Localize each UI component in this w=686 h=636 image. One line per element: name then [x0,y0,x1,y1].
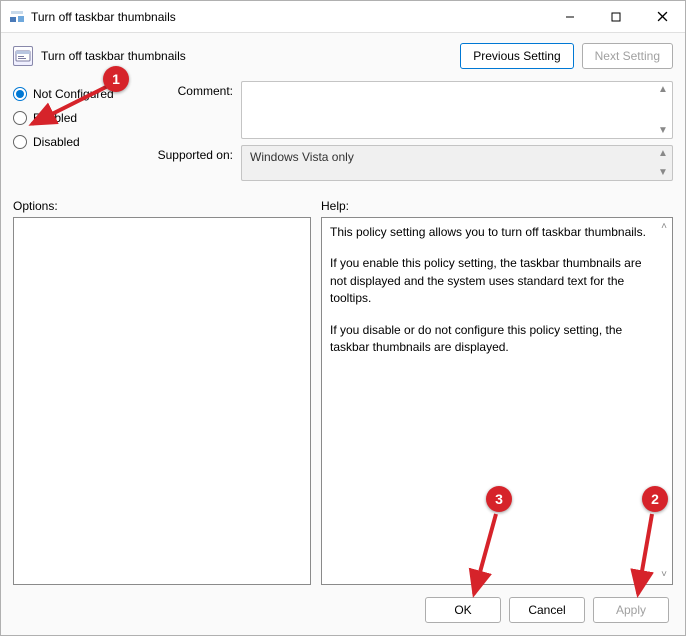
maximize-button[interactable] [593,1,639,33]
options-pane [13,217,311,585]
radio-icon [13,111,27,125]
help-label: Help: [321,199,673,213]
comment-input[interactable]: ▲ ▼ [241,81,673,139]
help-text: This policy setting allows you to turn o… [330,224,654,241]
help-pane: This policy setting allows you to turn o… [321,217,673,585]
section-labels: Options: Help: [1,185,685,217]
policy-icon [13,46,33,66]
scroll-up-icon[interactable]: ▲ [656,148,670,159]
help-text: If you enable this policy setting, the t… [330,255,654,307]
dialog-buttons: OK Cancel Apply [1,593,685,635]
nav-buttons: Previous Setting Next Setting [460,43,673,69]
titlebar: Turn off taskbar thumbnails [1,1,685,33]
radio-label: Not Configured [33,87,114,101]
fields-column: Comment: ▲ ▼ Supported on: Windows Vista… [149,81,673,181]
header-row: Turn off taskbar thumbnails Previous Set… [1,33,685,73]
comment-label: Comment: [149,81,233,98]
window-controls [547,1,685,33]
supported-row: Supported on: Windows Vista only ▲ ▼ [149,145,673,181]
window-title: Turn off taskbar thumbnails [31,10,176,24]
radio-icon [13,135,27,149]
radio-icon [13,87,27,101]
comment-row: Comment: ▲ ▼ [149,81,673,139]
annotation-badge-2: 2 [642,486,668,512]
radio-disabled[interactable]: Disabled [13,135,143,149]
help-text: If you disable or do not configure this … [330,322,654,357]
supported-label: Supported on: [149,145,233,162]
scroll-down-icon[interactable]: ▼ [656,167,670,178]
options-label: Options: [13,199,311,213]
scroll-down-icon[interactable]: ˅ [661,568,667,583]
ok-button[interactable]: OK [425,597,501,623]
header-title: Turn off taskbar thumbnails [41,49,186,63]
supported-display: Windows Vista only ▲ ▼ [241,145,673,181]
radio-enabled[interactable]: Enabled [13,111,143,125]
minimize-button[interactable] [547,1,593,33]
state-radio-group: Not Configured Enabled Disabled [13,81,143,181]
scroll-down-icon[interactable]: ▼ [656,125,670,136]
config-area: Not Configured Enabled Disabled Comment:… [1,73,685,185]
annotation-badge-1: 1 [103,66,129,92]
previous-setting-button[interactable]: Previous Setting [460,43,573,69]
radio-label: Disabled [33,135,80,149]
scroll-up-icon[interactable]: ˄ [661,220,667,235]
supported-value: Windows Vista only [250,150,354,164]
gpo-dialog: Turn off taskbar thumbnails Turn off tas… [0,0,686,636]
scroll-up-icon[interactable]: ▲ [656,84,670,95]
app-icon [9,9,25,25]
help-scrollbar[interactable]: ˄ ˅ [656,218,672,584]
apply-button[interactable]: Apply [593,597,669,623]
annotation-badge-3: 3 [486,486,512,512]
next-setting-button[interactable]: Next Setting [582,43,673,69]
radio-label: Enabled [33,111,77,125]
cancel-button[interactable]: Cancel [509,597,585,623]
close-button[interactable] [639,1,685,33]
content-panes: This policy setting allows you to turn o… [1,217,685,593]
